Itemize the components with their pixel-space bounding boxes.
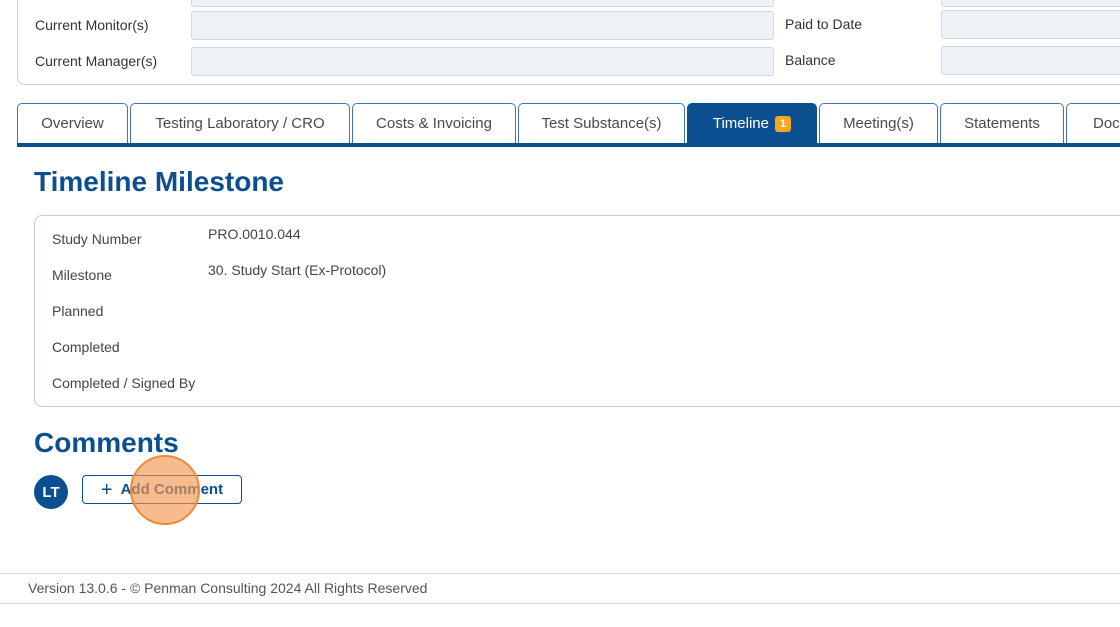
tab-costs-invoicing[interactable]: Costs & Invoicing xyxy=(352,103,516,143)
tab-label: Timeline xyxy=(712,115,769,132)
study-number-value: PRO.0010.044 xyxy=(208,226,301,242)
study-tabs: Overview Testing Laboratory / CRO Costs … xyxy=(17,103,1120,147)
tab-label: Costs & Invoicing xyxy=(376,115,492,132)
planned-label: Planned xyxy=(52,303,104,319)
tab-timeline[interactable]: Timeline 1 xyxy=(687,103,817,143)
tab-label: Overview xyxy=(41,115,104,132)
tab-test-substances[interactable]: Test Substance(s) xyxy=(518,103,685,143)
tab-documents[interactable]: Docu xyxy=(1066,103,1120,143)
milestone-label: Milestone xyxy=(52,267,112,283)
study-summary-panel: Current Monitor(s) Paid to Date Current … xyxy=(17,0,1120,85)
balance-field[interactable] xyxy=(941,46,1120,75)
add-comment-label: Add Comment xyxy=(120,481,224,498)
tab-label: Docu xyxy=(1093,115,1120,132)
top-left-field[interactable] xyxy=(191,0,774,7)
avatar-initials: LT xyxy=(42,483,60,501)
completed-label: Completed xyxy=(52,339,120,355)
current-monitors-field[interactable] xyxy=(191,11,774,40)
signed-by-label: Completed / Signed By xyxy=(52,375,196,391)
milestone-value: 30. Study Start (Ex-Protocol) xyxy=(208,262,387,278)
tab-meetings[interactable]: Meeting(s) xyxy=(819,103,938,143)
paid-to-date-field[interactable] xyxy=(941,10,1120,39)
current-managers-label: Current Manager(s) xyxy=(35,53,158,69)
tab-label: Test Substance(s) xyxy=(541,115,662,132)
study-number-label: Study Number xyxy=(52,231,142,247)
add-comment-button[interactable]: + Add Comment xyxy=(82,475,242,504)
tab-statements[interactable]: Statements xyxy=(940,103,1064,143)
milestone-title: Timeline Milestone xyxy=(34,166,284,197)
current-monitors-label: Current Monitor(s) xyxy=(35,17,149,33)
current-managers-field[interactable] xyxy=(191,47,774,76)
top-right-field[interactable] xyxy=(941,0,1120,7)
tab-testing-laboratory[interactable]: Testing Laboratory / CRO xyxy=(130,103,350,143)
balance-label: Balance xyxy=(785,52,836,68)
timeline-count-badge: 1 xyxy=(775,115,792,132)
milestone-details: Study Number PRO.0010.044 Milestone 30. … xyxy=(34,215,1120,407)
page-footer: Version 13.0.6 - © Penman Consulting 202… xyxy=(0,573,1120,604)
user-avatar: LT xyxy=(34,475,68,509)
footer-text: Version 13.0.6 - © Penman Consulting 202… xyxy=(28,580,428,596)
comments-title: Comments xyxy=(34,427,179,458)
paid-to-date-label: Paid to Date xyxy=(785,16,863,32)
tab-label: Testing Laboratory / CRO xyxy=(155,115,325,132)
tab-label: Meeting(s) xyxy=(843,115,914,132)
tab-overview[interactable]: Overview xyxy=(17,103,128,143)
plus-icon: + xyxy=(100,478,113,501)
tab-label: Statements xyxy=(964,115,1040,132)
